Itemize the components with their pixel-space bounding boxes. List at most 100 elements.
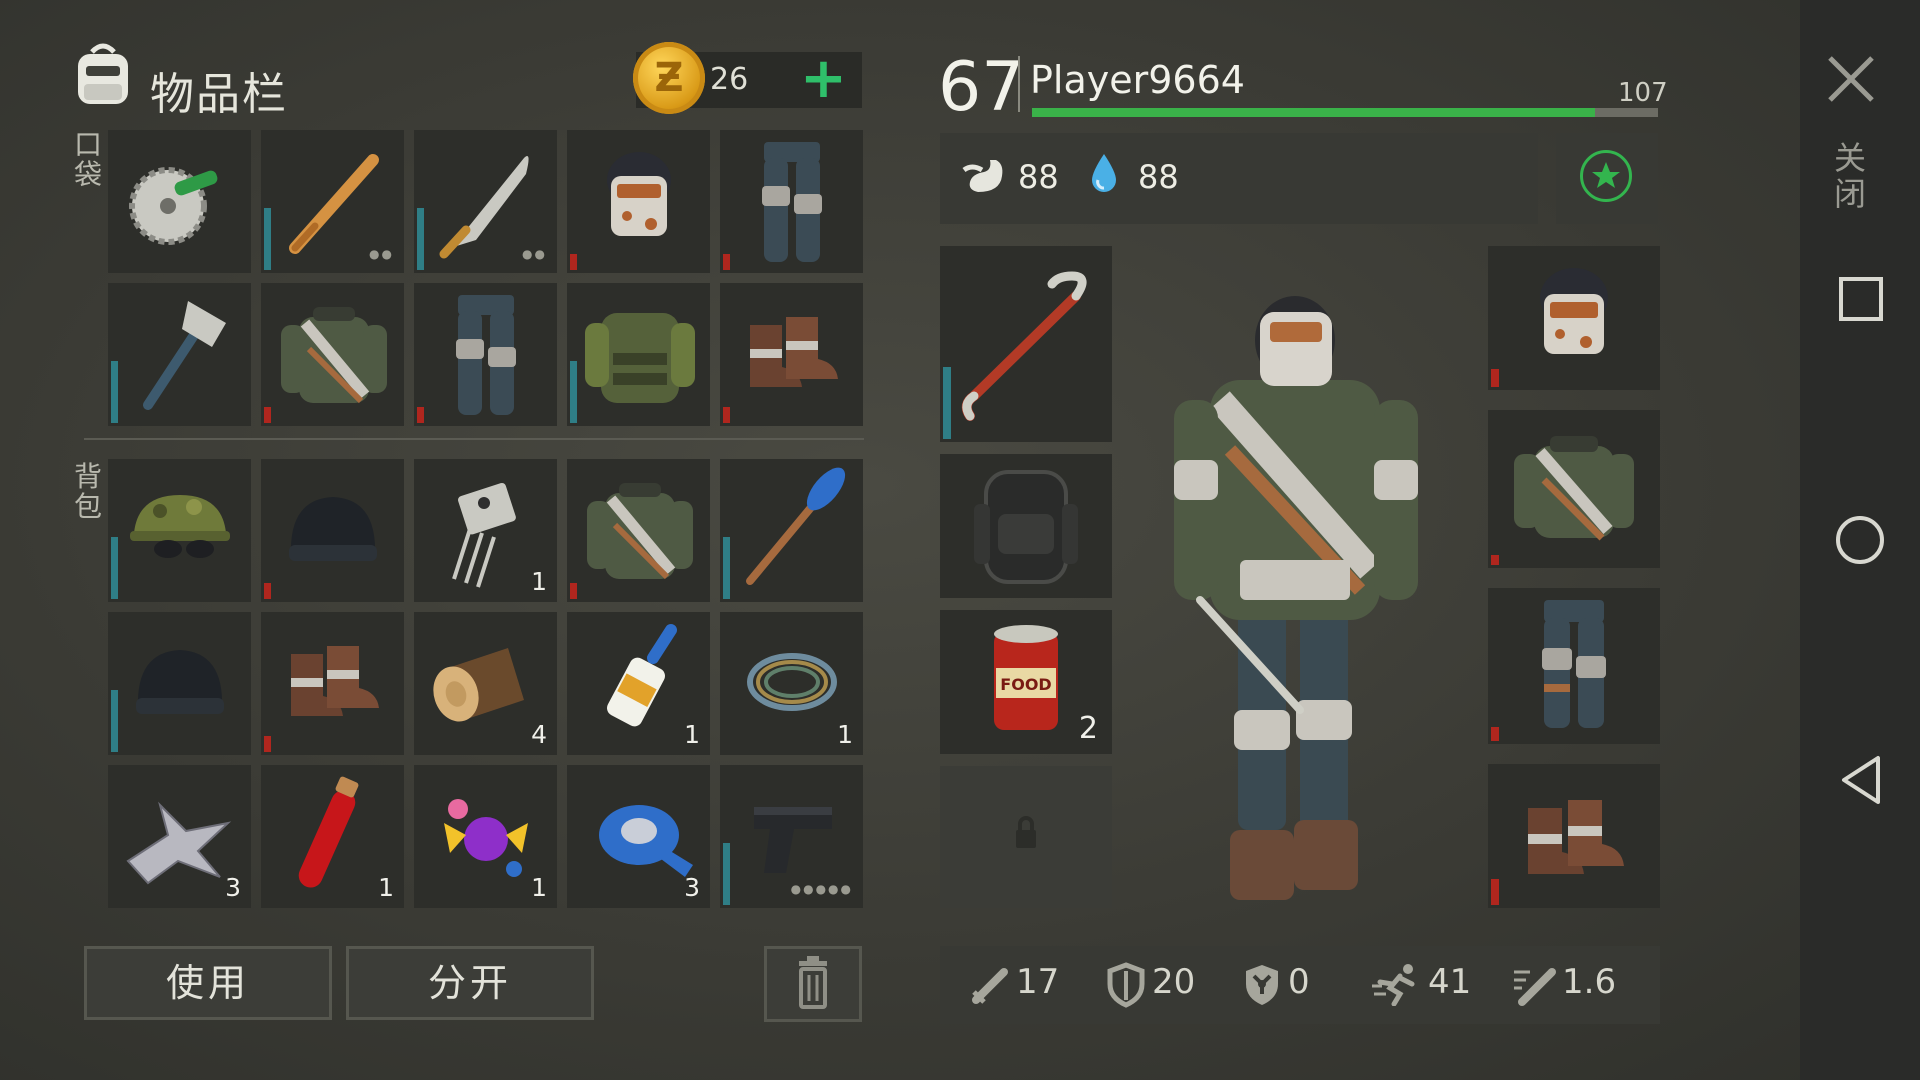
backpack-item-icon <box>974 470 1078 584</box>
inventory-slot[interactable]: 3 <box>567 765 710 908</box>
ammo-dots: ●● <box>522 247 547 261</box>
equip-slot-food[interactable]: FOOD 2 <box>940 610 1112 754</box>
item-quantity: 1 <box>837 720 853 749</box>
recents-button[interactable] <box>1838 276 1884 326</box>
armored-pants-icon <box>1542 600 1606 728</box>
durability-bar <box>570 361 577 423</box>
add-coins-button[interactable]: + <box>800 46 847 111</box>
leather-boots-icon <box>1528 800 1624 874</box>
lock-icon <box>1016 816 1036 848</box>
delete-button[interactable] <box>764 946 862 1022</box>
durability-bar <box>264 583 271 599</box>
durability-bar <box>723 254 730 270</box>
inventory-slot[interactable] <box>108 130 251 273</box>
inventory-slot[interactable]: 1 <box>414 459 557 602</box>
attack-sword-icon <box>970 964 1012 1010</box>
coin-count: 26 <box>710 62 749 97</box>
equip-slot-legs[interactable] <box>1488 588 1660 744</box>
favorite-button[interactable] <box>1580 150 1632 202</box>
back-button[interactable] <box>1838 754 1884 810</box>
durability-bar <box>417 407 424 423</box>
inventory-slot[interactable]: 1 <box>261 765 404 908</box>
player-name: Player9664 <box>1030 58 1245 102</box>
durability-bar <box>264 208 271 270</box>
equip-slot-weapon[interactable] <box>940 246 1112 442</box>
durability-bar <box>570 254 577 270</box>
welding-helmet-icon <box>1540 268 1608 354</box>
inventory-slot[interactable] <box>261 283 404 426</box>
leather-boots-icon <box>291 646 379 716</box>
inventory-slot[interactable]: ●●●●● <box>720 765 863 908</box>
inventory-slot[interactable]: ●● <box>261 130 404 273</box>
backpack-label: 背包 <box>73 460 102 523</box>
equip-slot-feet[interactable] <box>1488 764 1660 908</box>
durability-bar <box>264 407 271 423</box>
use-button[interactable]: 使用 <box>84 946 332 1020</box>
back-triangle-icon <box>1842 756 1880 804</box>
inventory-slot[interactable] <box>720 459 863 602</box>
item-quantity: 2 <box>1078 711 1098 746</box>
inventory-slot[interactable] <box>261 612 404 755</box>
xp-bar-fill <box>1032 108 1595 117</box>
close-button[interactable] <box>1826 54 1876 108</box>
inventory-slot[interactable] <box>720 130 863 273</box>
inventory-slot[interactable] <box>567 459 710 602</box>
durability-bar <box>943 367 951 439</box>
star-icon <box>1592 162 1620 188</box>
inventory-slot[interactable]: 1 <box>567 612 710 755</box>
durability-bar <box>570 583 577 599</box>
durability-bar <box>1491 555 1499 565</box>
equip-slot-locked <box>940 766 1112 908</box>
attack-speed-value: 1.6 <box>1562 962 1617 1002</box>
item-quantity: 3 <box>225 873 241 902</box>
armored-jacket-icon <box>587 483 693 580</box>
inventory-slot[interactable]: ●● <box>414 130 557 273</box>
equip-slot-head[interactable] <box>1488 246 1660 390</box>
backpack-icon <box>66 38 140 112</box>
inventory-slot[interactable] <box>567 283 710 426</box>
inventory-slot[interactable] <box>108 283 251 426</box>
welding-helmet-icon <box>607 152 671 236</box>
attack-value: 17 <box>1016 962 1060 1002</box>
camo-cap-sunglasses-icon <box>130 495 230 558</box>
inventory-slot[interactable] <box>567 130 710 273</box>
split-button[interactable]: 分开 <box>346 946 594 1020</box>
inventory-slot[interactable] <box>720 283 863 426</box>
inventory-slot[interactable] <box>414 283 557 426</box>
item-quantity: 1 <box>684 720 700 749</box>
crowbar-icon <box>961 271 1087 421</box>
trash-icon <box>799 956 827 1009</box>
oar-icon <box>746 467 846 585</box>
inventory-slot[interactable]: 1 <box>720 612 863 755</box>
inventory-slot[interactable]: 1 <box>414 765 557 908</box>
home-button[interactable] <box>1834 514 1886 570</box>
inventory-slot[interactable] <box>108 612 251 755</box>
stomach-icon <box>960 156 1008 200</box>
inventory-slot[interactable] <box>108 459 251 602</box>
defense-shield-icon <box>1106 962 1146 1012</box>
durability-bar <box>417 208 424 270</box>
inventory-slot[interactable]: 3 <box>108 765 251 908</box>
leather-boots-icon <box>750 317 838 387</box>
item-quantity: 3 <box>684 873 700 902</box>
equip-slot-body[interactable] <box>1488 410 1660 568</box>
durability-bar <box>723 537 730 599</box>
player-level: 67 <box>938 48 1025 127</box>
defense-value: 20 <box>1152 962 1196 1002</box>
durability-bar <box>1491 369 1499 387</box>
level-separator <box>1018 56 1020 112</box>
durability-bar <box>723 407 730 423</box>
equip-slot-backpack[interactable] <box>940 454 1112 598</box>
inventory-slot[interactable] <box>261 459 404 602</box>
durability-bar <box>1491 879 1499 905</box>
svg-text:FOOD: FOOD <box>1000 675 1051 694</box>
armored-pants-icon <box>456 295 516 415</box>
durability-bar <box>723 843 730 905</box>
durability-bar <box>264 736 271 752</box>
inventory-slot[interactable]: 4 <box>414 612 557 755</box>
square-icon <box>1839 277 1883 321</box>
durability-bar <box>111 537 118 599</box>
item-quantity: 1 <box>531 567 547 596</box>
attack-speed-icon <box>1512 962 1558 1010</box>
beanie-icon <box>136 650 224 714</box>
